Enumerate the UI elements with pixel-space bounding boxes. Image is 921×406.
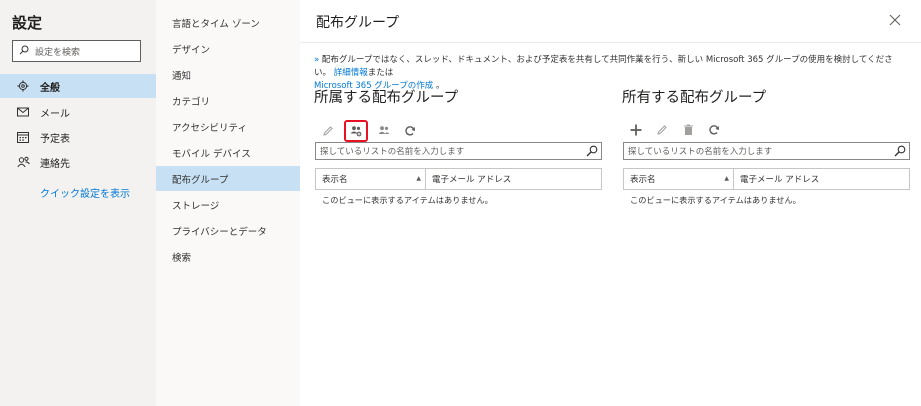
member-table-header: 表示名 ▲ 電子メール アドレス [315, 168, 602, 190]
member-search-input[interactable]: 探しているリストの名前を入力します [315, 142, 602, 160]
bullet-icon: » [314, 55, 320, 65]
nav-item-mail[interactable]: メール [0, 100, 156, 124]
subnav-item-search[interactable]: 検索 [156, 244, 300, 269]
column-label: 表示名 [630, 175, 656, 185]
leave-group-icon[interactable] [374, 121, 394, 141]
subnav-item-storage[interactable]: ストレージ [156, 192, 300, 217]
learn-more-link[interactable]: 詳細情報 [334, 68, 368, 78]
subnav-item-categories[interactable]: カテゴリ [156, 88, 300, 113]
column-label: 電子メール アドレス [432, 175, 512, 185]
edit-icon[interactable] [652, 120, 672, 140]
column-header-email[interactable]: 電子メール アドレス [734, 169, 909, 189]
owner-search-placeholder: 探しているリストの名前を入力します [628, 147, 773, 157]
delete-icon[interactable] [678, 120, 698, 140]
general-subnav: 言語とタイム ゾーン デザイン 通知 カテゴリ アクセシビリティ モバイル デバ… [156, 0, 300, 406]
mail-icon [16, 105, 30, 119]
subnav-item-notifications[interactable]: 通知 [156, 62, 300, 87]
owner-table-header: 表示名 ▲ 電子メール アドレス [623, 168, 910, 190]
empty-message: このビューに表示するアイテムはありません。 [630, 195, 801, 205]
subnav-item-appearance[interactable]: デザイン [156, 36, 300, 61]
search-icon[interactable] [586, 145, 598, 157]
owned-groups-panel: 所有する配布グループ 探しているリストの名前を入力します 表示名 ▲ 電子メール… [622, 86, 910, 205]
column-label: 電子メール アドレス [740, 175, 820, 185]
add-icon[interactable] [626, 120, 646, 140]
owner-toolbar [626, 120, 724, 140]
distribution-groups-pane: 配布グループ » 配布グループではなく、スレッド、ドキュメント、および予定表を共… [300, 0, 921, 406]
column-label: 表示名 [322, 175, 348, 185]
edit-icon[interactable] [318, 121, 338, 141]
search-placeholder: 設定を検索 [35, 47, 81, 58]
nav-item-label: 連絡先 [40, 158, 70, 170]
sort-ascending-icon: ▲ [416, 175, 421, 182]
settings-title: 設定 [12, 14, 43, 32]
subnav-item-mobile[interactable]: モバイル デバイス [156, 140, 300, 165]
join-group-icon[interactable] [344, 120, 368, 142]
nav-item-label: メール [40, 108, 70, 120]
column-header-display-name[interactable]: 表示名 ▲ [624, 169, 734, 189]
subnav-item-privacy[interactable]: プライバシーとデータ [156, 218, 300, 243]
owner-search-input[interactable]: 探しているリストの名前を入力します [623, 142, 910, 160]
sort-ascending-icon: ▲ [724, 175, 729, 182]
quick-settings-link[interactable]: クイック設定を表示 [40, 185, 130, 200]
close-icon[interactable] [889, 14, 903, 28]
nav-item-calendar[interactable]: 予定表 [0, 125, 156, 149]
nav-item-general[interactable]: 全般 [0, 74, 156, 98]
nav-item-label: 予定表 [40, 133, 70, 145]
subnav-item-accessibility[interactable]: アクセシビリティ [156, 114, 300, 139]
member-toolbar [318, 120, 420, 142]
page-title: 配布グループ [316, 15, 400, 31]
nav-item-people[interactable]: 連絡先 [0, 150, 156, 174]
column-header-display-name[interactable]: 表示名 ▲ [316, 169, 426, 189]
calendar-icon [16, 130, 30, 144]
member-search-placeholder: 探しているリストの名前を入力します [320, 147, 465, 157]
settings-search-input[interactable]: 設定を検索 [12, 40, 141, 62]
column-header-email[interactable]: 電子メール アドレス [426, 169, 601, 189]
people-icon [16, 155, 30, 169]
header-divider [300, 42, 921, 43]
nav-item-label: 全般 [40, 82, 60, 94]
subnav-item-distribution-groups[interactable]: 配布グループ [156, 166, 300, 191]
refresh-icon[interactable] [704, 120, 724, 140]
owned-groups-title: 所有する配布グループ [622, 90, 767, 106]
refresh-icon[interactable] [400, 121, 420, 141]
info-text: 配布グループではなく、スレッド、ドキュメント、および予定表を共有して共同作業を行… [314, 55, 893, 78]
member-groups-title: 所属する配布グループ [314, 90, 459, 106]
search-icon[interactable] [894, 145, 906, 157]
settings-nav: 設定 設定を検索 全般 メール 予定表 連絡先 クイック設定を表示 [0, 0, 156, 406]
info-mid-text: または [367, 68, 394, 78]
gear-icon [16, 79, 30, 93]
search-icon [19, 45, 29, 58]
member-groups-panel: 所属する配布グループ 探しているリストの名前を入力します 表示名 ▲ 電子メール… [314, 86, 602, 205]
empty-message: このビューに表示するアイテムはありません。 [322, 195, 493, 205]
subnav-item-language[interactable]: 言語とタイム ゾーン [156, 10, 300, 35]
